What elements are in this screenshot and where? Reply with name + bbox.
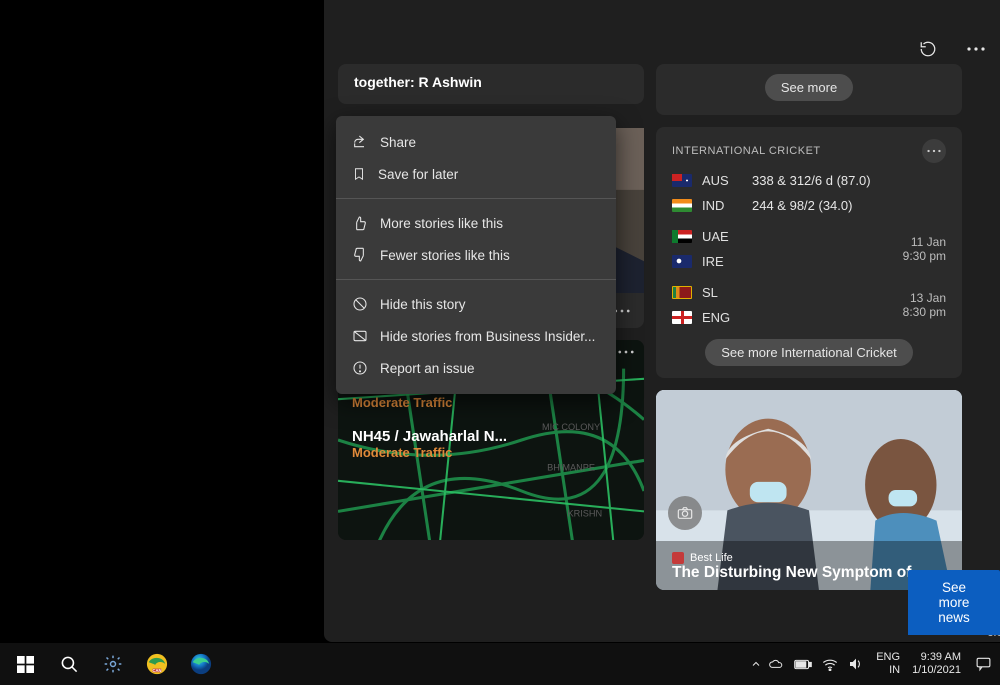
cricket-more-icon[interactable]: [922, 139, 946, 163]
route-2-status: Moderate Traffic: [352, 445, 630, 460]
news-and-interests-panel: together: R Ashwin: [324, 0, 1000, 642]
ctx-share[interactable]: Share: [336, 126, 616, 158]
svg-text:CAN: CAN: [153, 668, 162, 673]
m3-date: 13 Jan: [903, 291, 946, 305]
bl-headline: The Disturbing New Symptom of: [672, 564, 946, 582]
ctx-save[interactable]: Save for later: [336, 158, 616, 190]
tray-volume-icon[interactable]: [848, 657, 864, 671]
flag-sl-icon: [672, 286, 692, 299]
see-more-news-button[interactable]: See more news: [908, 570, 1000, 635]
m3-time: 8:30 pm: [903, 305, 946, 319]
action-center-icon[interactable]: [975, 656, 992, 672]
cricket-see-more-button[interactable]: See more International Cricket: [705, 339, 913, 366]
team-ind: IND: [702, 198, 742, 213]
language-indicator[interactable]: ENG IN: [876, 651, 900, 676]
flag-aus-icon: [672, 174, 692, 187]
desktop: Preview 18-1418 together: R Ashwin: [0, 0, 1000, 685]
bl-source: Best Life: [690, 552, 733, 564]
team-eng: ENG: [702, 310, 742, 325]
flag-eng-icon: [672, 311, 692, 324]
ctx-hide-source[interactable]: Hide stories from Business Insider...: [336, 320, 616, 352]
flag-uae-icon: [672, 230, 692, 243]
team-aus: AUS: [702, 173, 742, 188]
team-ire: IRE: [702, 254, 742, 269]
edge-icon[interactable]: [190, 653, 212, 675]
tray-chevron-up-icon[interactable]: [750, 658, 762, 670]
taskbar: CAN ENG IN 9:39 AM 1/10/2021: [0, 643, 1000, 685]
flag-ind-icon: [672, 199, 692, 212]
route-1-status: Moderate Traffic: [352, 395, 630, 410]
score-aus: 338 & 312/6 d (87.0): [752, 173, 946, 188]
team-uae: UAE: [702, 229, 742, 244]
cricket-header: INTERNATIONAL CRICKET: [672, 145, 821, 157]
camera-icon[interactable]: [668, 496, 702, 530]
score-ind: 244 & 98/2 (34.0): [752, 198, 946, 213]
ctx-more-stories[interactable]: More stories like this: [336, 207, 616, 239]
ctx-hide-story[interactable]: Hide this story: [336, 288, 616, 320]
story-card[interactable]: together: R Ashwin: [338, 64, 644, 104]
team-sl: SL: [702, 285, 742, 300]
settings-icon[interactable]: [102, 653, 124, 675]
card-more-icon[interactable]: [614, 309, 630, 313]
ctx-fewer-stories[interactable]: Fewer stories like this: [336, 239, 616, 271]
refresh-icon[interactable]: [914, 35, 942, 63]
route-2-name: NH45 / Jawaharlal N...: [352, 428, 630, 445]
svg-text:KRISHN: KRISHN: [568, 509, 603, 519]
svg-text:BHIMANPE: BHIMANPE: [547, 463, 595, 473]
tray-battery-icon[interactable]: [794, 659, 812, 670]
more-options-icon[interactable]: [962, 35, 990, 63]
right-column: See more INTERNATIONAL CRICKET AUS 338 & …: [656, 64, 962, 642]
flag-ire-icon: [672, 255, 692, 268]
clock[interactable]: 9:39 AM 1/10/2021: [912, 651, 961, 676]
m2-date: 11 Jan: [903, 235, 946, 249]
bestlife-card[interactable]: Best Life The Disturbing New Symptom of: [656, 390, 962, 590]
tray-onedrive-icon[interactable]: [768, 658, 784, 670]
search-icon[interactable]: [58, 653, 80, 675]
traffic-more-icon[interactable]: [618, 350, 634, 354]
tray-wifi-icon[interactable]: [822, 658, 838, 671]
ctx-report[interactable]: Report an issue: [336, 352, 616, 384]
story-context-menu: Share Save for later More stories like t…: [336, 116, 616, 394]
see-more-button[interactable]: See more: [765, 74, 853, 101]
story-title: together: R Ashwin: [354, 74, 482, 90]
edge-canary-icon[interactable]: CAN: [146, 653, 168, 675]
start-button[interactable]: [14, 653, 36, 675]
m2-time: 9:30 pm: [903, 249, 946, 263]
cricket-card[interactable]: INTERNATIONAL CRICKET AUS 338 & 312/6 d (…: [656, 127, 962, 378]
source-logo-icon: [672, 552, 684, 564]
